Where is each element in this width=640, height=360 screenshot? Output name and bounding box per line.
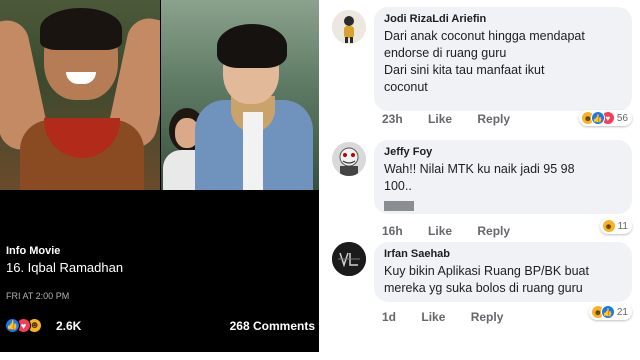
post-timestamp[interactable]: FRI AT 2:00 PM	[6, 291, 69, 301]
post-subtitle: 16. Iqbal Ramadhan	[6, 260, 124, 275]
like-button[interactable]: Like	[428, 224, 452, 238]
avatar[interactable]	[332, 242, 366, 276]
comment-text: Wah!! Nilai MTK ku naik jadi 95 98 100..	[384, 161, 622, 195]
like-icon: 👍	[600, 305, 615, 319]
avatar-image	[332, 242, 366, 276]
comment-bubble: Jodi RizaLdi Ariefin Dari anak coconut h…	[374, 7, 632, 111]
commenter-name[interactable]: Irfan Saehab	[384, 247, 622, 261]
avatar-image	[332, 142, 366, 176]
comment-bubble: Irfan Saehab Kuy bikin Aplikasi Ruang BP…	[374, 242, 632, 302]
reply-button[interactable]: Reply	[477, 112, 510, 126]
boy-hair	[40, 8, 122, 50]
commenter-name[interactable]: Jodi RizaLdi Ariefin	[384, 12, 622, 26]
commenter-name[interactable]: Jeffy Foy	[384, 145, 622, 159]
reply-button[interactable]: Reply	[477, 224, 510, 238]
comment-reactions[interactable]: ☻ 👍 21	[588, 304, 632, 320]
comment-actions: 23h Like Reply	[382, 112, 532, 126]
reaction-count[interactable]: 2.6K	[56, 319, 81, 333]
comment-line: Dari anak coconut hingga mendapat	[384, 29, 585, 43]
comment-reactions[interactable]: ☻ 👍 ♥ 56	[578, 110, 632, 126]
post-photo-movie-still[interactable]	[161, 0, 319, 190]
comment-line: mereka yg suka bolos di ruang guru	[384, 281, 583, 295]
reply-button[interactable]: Reply	[471, 310, 504, 324]
comment-text: Kuy bikin Aplikasi Ruang BP/BK buat mere…	[384, 263, 622, 297]
comment-time[interactable]: 16h	[382, 224, 403, 238]
comment-bubble: Jeffy Foy Wah!! Nilai MTK ku naik jadi 9…	[374, 140, 632, 214]
comment-time[interactable]: 1d	[382, 310, 396, 324]
haha-icon: ☻	[601, 219, 616, 233]
avatar-image	[332, 10, 366, 44]
post-reactions[interactable]: 👍 ♥ ☻	[5, 318, 42, 333]
comment-thread: Jodi RizaLdi Ariefin Dari anak coconut h…	[320, 0, 640, 352]
post-stats-bar: 👍 ♥ ☻ 2.6K 268 Comments	[5, 318, 315, 336]
comment-line: endorse di ruang guru	[384, 46, 507, 60]
shared-post: Info Movie 16. Iqbal Ramadhan FRI AT 2:0…	[0, 0, 319, 352]
avatar[interactable]	[332, 10, 366, 44]
actor-hair	[217, 24, 287, 68]
avatar[interactable]	[332, 142, 366, 176]
redacted-block	[384, 200, 414, 211]
post-photo-boy-hand-gesture[interactable]	[0, 0, 160, 190]
reaction-count: 21	[616, 306, 628, 318]
comment-time[interactable]: 23h	[382, 112, 403, 126]
comment-actions: 1d Like Reply	[382, 310, 525, 324]
white-shirt	[243, 112, 263, 190]
comment-line: coconut	[384, 80, 428, 94]
comment-line: Kuy bikin Aplikasi Ruang BP/BK buat	[384, 264, 589, 278]
comment-actions: 16h Like Reply	[382, 224, 532, 238]
comment-text: Dari anak coconut hingga mendapat endors…	[384, 28, 622, 96]
like-button[interactable]: Like	[421, 310, 445, 324]
comment-line: Wah!! Nilai MTK ku naik jadi 95 98	[384, 162, 575, 176]
like-icon: 👍	[5, 318, 20, 333]
comment-line: Dari sini kita tau manfaat ikut	[384, 63, 545, 77]
like-button[interactable]: Like	[428, 112, 452, 126]
post-title[interactable]: Info Movie	[6, 244, 123, 258]
like-icon: 👍	[590, 111, 605, 125]
reaction-count: 11	[617, 220, 628, 232]
comment-reactions[interactable]: ☻ 11	[599, 218, 632, 234]
post-info: Info Movie 16. Iqbal Ramadhan	[6, 244, 123, 276]
comments-count-link[interactable]: 268 Comments	[230, 319, 315, 333]
reaction-count: 56	[616, 112, 628, 124]
comment-line: 100..	[384, 179, 412, 193]
